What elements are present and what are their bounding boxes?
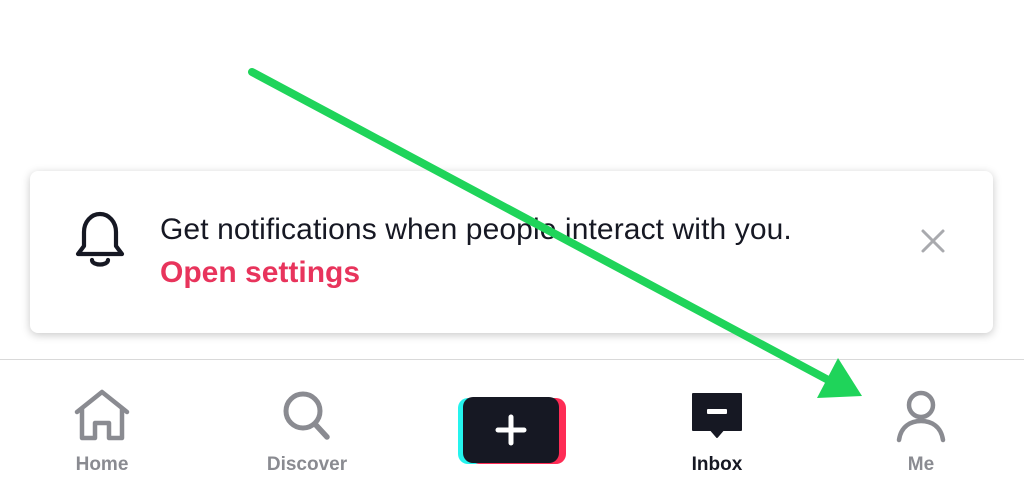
inbox-icon — [692, 393, 742, 438]
tab-inbox[interactable]: Inbox — [647, 360, 787, 504]
search-icon — [283, 391, 330, 440]
tab-discover-label: Discover — [266, 454, 348, 475]
notification-message: Get notifications when people interact w… — [160, 213, 792, 246]
tab-home[interactable]: Home — [32, 360, 172, 504]
tab-discover[interactable]: Discover — [237, 360, 377, 504]
app-screen: Get notifications when people interact w… — [0, 0, 1024, 504]
close-icon[interactable] — [916, 224, 950, 258]
person-icon — [896, 390, 946, 443]
tab-me-label: Me — [907, 454, 935, 475]
tab-home-label: Home — [75, 454, 129, 475]
home-icon — [74, 389, 130, 441]
notification-banner — [30, 171, 993, 333]
open-settings-link[interactable]: Open settings — [160, 256, 360, 290]
tab-inbox-label: Inbox — [691, 454, 743, 475]
tab-me[interactable]: Me — [851, 360, 991, 504]
bell-icon — [75, 211, 125, 267]
create-button[interactable] — [456, 396, 568, 466]
